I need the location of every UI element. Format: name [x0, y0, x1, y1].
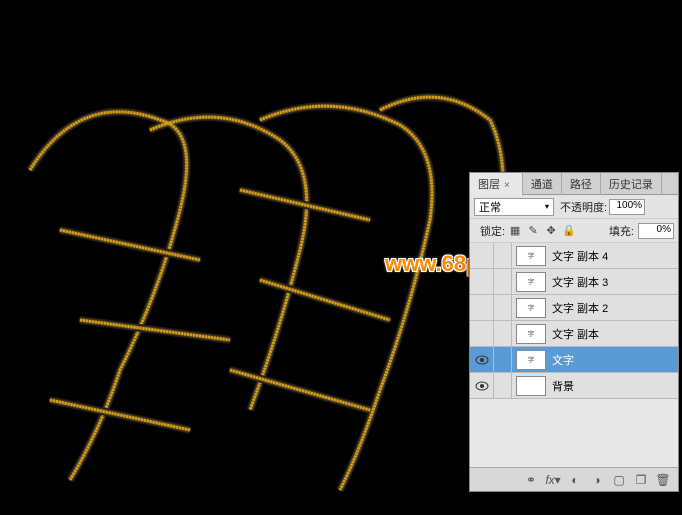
visibility-toggle[interactable] — [470, 269, 494, 294]
fill-label: 填充: — [609, 223, 634, 239]
layer-item[interactable]: 字文字 — [470, 347, 678, 373]
new-layer-icon[interactable]: ❐ — [632, 471, 650, 489]
lock-label: 锁定: — [480, 223, 505, 239]
visibility-toggle[interactable] — [470, 321, 494, 346]
lock-pixels-icon[interactable]: ✎ — [525, 223, 541, 239]
opacity-input[interactable]: 100% — [609, 199, 645, 215]
visibility-toggle[interactable] — [470, 373, 494, 398]
layer-item[interactable]: 字文字 副本 — [470, 321, 678, 347]
group-icon[interactable]: ▢ — [610, 471, 628, 489]
lock-all-icon[interactable]: 🔒 — [561, 223, 577, 239]
lock-position-icon[interactable]: ✥ — [543, 223, 559, 239]
visibility-toggle[interactable] — [470, 295, 494, 320]
visibility-toggle[interactable] — [470, 243, 494, 268]
opacity-label: 不透明度: — [560, 199, 607, 215]
trash-icon[interactable]: 🗑 — [654, 471, 672, 489]
tab-history[interactable]: 历史记录 — [601, 173, 662, 195]
link-layers-icon[interactable]: ⚭ — [522, 471, 540, 489]
layer-item[interactable]: 背景 — [470, 373, 678, 399]
layer-name-label[interactable]: 背景 — [550, 378, 574, 394]
layer-list: 字文字 副本 4字文字 副本 3字文字 副本 2字文字 副本字文字背景 — [470, 243, 678, 399]
layer-thumbnail[interactable]: 字 — [516, 298, 546, 318]
layer-thumbnail[interactable]: 字 — [516, 272, 546, 292]
blend-mode-select[interactable]: 正常▾ — [474, 198, 554, 216]
layers-panel: 图层× 通道 路径 历史记录 正常▾ 不透明度: 100% 锁定: ▦ ✎ ✥ … — [469, 172, 679, 492]
link-column[interactable] — [494, 295, 512, 320]
layer-thumbnail[interactable]: 字 — [516, 350, 546, 370]
layer-name-label[interactable]: 文字 副本 — [550, 326, 599, 342]
lock-transparency-icon[interactable]: ▦ — [507, 223, 523, 239]
eye-icon — [475, 355, 489, 365]
link-column[interactable] — [494, 269, 512, 294]
eye-icon — [475, 381, 489, 391]
layer-name-label[interactable]: 文字 — [550, 352, 574, 368]
link-column[interactable] — [494, 347, 512, 372]
layer-item[interactable]: 字文字 副本 3 — [470, 269, 678, 295]
layer-thumbnail[interactable] — [516, 376, 546, 396]
tab-layers[interactable]: 图层× — [470, 173, 523, 196]
layer-item[interactable]: 字文字 副本 4 — [470, 243, 678, 269]
mask-icon[interactable]: ◐ — [566, 471, 584, 489]
layer-name-label[interactable]: 文字 副本 3 — [550, 274, 608, 290]
adjustment-icon[interactable]: ◑ — [588, 471, 606, 489]
fx-icon[interactable]: fx▾ — [544, 471, 562, 489]
link-column[interactable] — [494, 243, 512, 268]
chevron-down-icon: ▾ — [545, 202, 549, 211]
blend-opacity-row: 正常▾ 不透明度: 100% — [470, 195, 678, 219]
tab-channels[interactable]: 通道 — [523, 173, 562, 195]
visibility-toggle[interactable] — [470, 347, 494, 372]
panel-footer: ⚭ fx▾ ◐ ◑ ▢ ❐ 🗑 — [470, 467, 678, 491]
link-column[interactable] — [494, 373, 512, 398]
lock-fill-row: 锁定: ▦ ✎ ✥ 🔒 填充: 0% — [470, 219, 678, 243]
close-icon[interactable]: × — [500, 180, 514, 191]
layer-item[interactable]: 字文字 副本 2 — [470, 295, 678, 321]
layer-name-label[interactable]: 文字 副本 2 — [550, 300, 608, 316]
fill-input[interactable]: 0% — [638, 223, 674, 239]
layer-name-label[interactable]: 文字 副本 4 — [550, 248, 608, 264]
link-column[interactable] — [494, 321, 512, 346]
tab-paths[interactable]: 路径 — [562, 173, 601, 195]
panel-tabs: 图层× 通道 路径 历史记录 — [470, 173, 678, 195]
layer-thumbnail[interactable]: 字 — [516, 246, 546, 266]
layer-thumbnail[interactable]: 字 — [516, 324, 546, 344]
